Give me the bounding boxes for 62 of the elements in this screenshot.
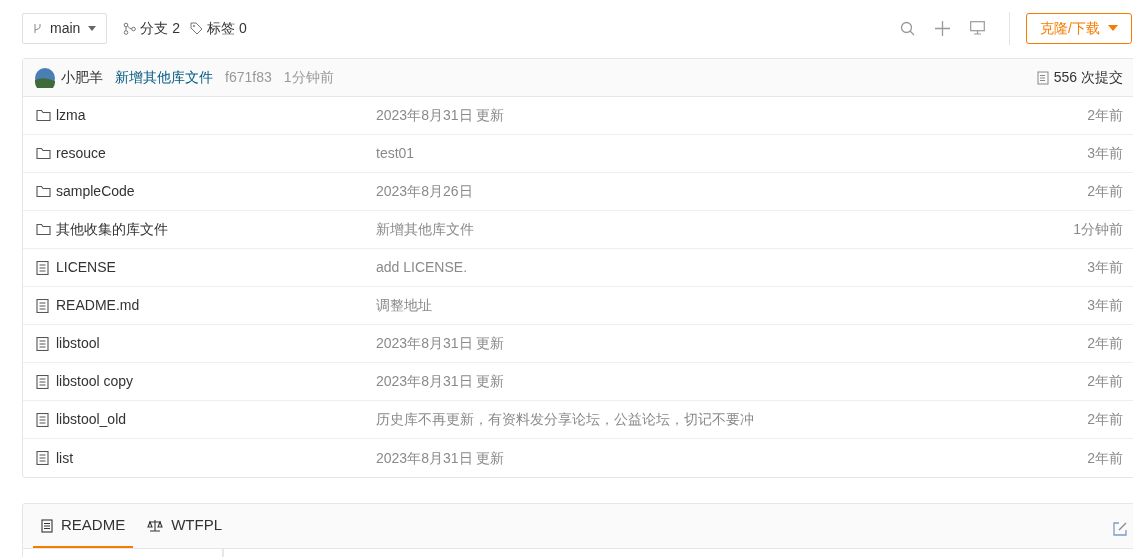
- file-name-link[interactable]: libstool copy: [56, 371, 376, 392]
- document-icon: [36, 374, 49, 389]
- avatar: [35, 67, 55, 88]
- commit-author[interactable]: 小肥羊: [61, 67, 103, 88]
- commit-message[interactable]: 新增其他库文件: [115, 67, 213, 88]
- commit-time: 2年前: [1087, 410, 1123, 429]
- commit-message[interactable]: 2023年8月31日 更新: [376, 333, 505, 354]
- file-name-link[interactable]: libstool: [56, 333, 376, 354]
- commit-time: 1分钟前: [1073, 220, 1123, 239]
- document-icon: [36, 336, 49, 351]
- file-name-link[interactable]: LICENSE: [56, 257, 376, 278]
- scale-icon: [147, 518, 164, 533]
- monitor-icon[interactable]: [970, 21, 986, 35]
- search-icon[interactable]: [900, 20, 916, 36]
- file-name-link[interactable]: lzma: [56, 105, 376, 126]
- file-name-link[interactable]: libstool_old: [56, 409, 376, 430]
- commit-message[interactable]: add LICENSE.: [376, 257, 468, 278]
- commit-time: 3年前: [1087, 296, 1123, 315]
- folder-icon: [36, 185, 51, 198]
- document-icon: [41, 518, 53, 533]
- branch-icon: [123, 21, 137, 35]
- commit-message[interactable]: 历史库不再更新，有资料发分享论坛，公益论坛，切记不要冲: [376, 409, 754, 430]
- commit-message[interactable]: 2023年8月31日 更新: [376, 105, 505, 126]
- commit-time: 2年前: [1087, 182, 1123, 201]
- commit-count[interactable]: 556 次提交: [1053, 67, 1123, 88]
- commit-message[interactable]: 调整地址: [376, 295, 432, 316]
- edit-icon[interactable]: [1113, 522, 1127, 536]
- commit-message[interactable]: 2023年8月31日 更新: [376, 447, 505, 469]
- tags-link[interactable]: 标签 0: [190, 17, 247, 39]
- commit-time: 3年前: [1087, 258, 1123, 277]
- commit-message[interactable]: test01: [376, 143, 415, 164]
- caret-icon: [1108, 25, 1118, 31]
- branch-name: main: [50, 18, 81, 38]
- commit-message[interactable]: 新增其他库文件: [376, 219, 474, 240]
- document-icon: [36, 298, 49, 313]
- file-name-link[interactable]: 其他收集的库文件: [56, 219, 376, 240]
- commit-time: 3年前: [1087, 144, 1123, 163]
- commit-time: 2年前: [1087, 106, 1123, 125]
- file-name-link[interactable]: README.md: [56, 295, 376, 316]
- readme-tab[interactable]: WTFPL: [139, 505, 231, 548]
- commit-time: 1分钟前: [283, 68, 334, 87]
- document-icon: [36, 451, 49, 465]
- branch-icon: [33, 22, 42, 34]
- branch-dropdown[interactable]: main: [22, 12, 108, 44]
- commit-time: 2年前: [1087, 334, 1123, 353]
- file-name-link[interactable]: sampleCode: [56, 181, 376, 202]
- tag-icon: [190, 21, 204, 35]
- folder-icon: [36, 147, 51, 160]
- commit-message[interactable]: 2023年8月26日: [376, 181, 473, 202]
- document-icon: [36, 412, 49, 427]
- commit-time: 2年前: [1087, 448, 1123, 468]
- document-icon: [36, 260, 49, 275]
- commit-time: 2年前: [1087, 372, 1123, 391]
- branches-link[interactable]: 分支 2: [123, 17, 181, 39]
- file-name-link[interactable]: resouce: [56, 143, 376, 164]
- document-icon: [1036, 70, 1049, 85]
- file-name-link[interactable]: list: [56, 447, 376, 469]
- caret-icon: [88, 25, 97, 31]
- commit-message[interactable]: 2023年8月31日 更新: [376, 371, 505, 392]
- folder-icon: [36, 109, 51, 122]
- folder-icon: [36, 223, 51, 236]
- plus-icon[interactable]: [935, 20, 951, 36]
